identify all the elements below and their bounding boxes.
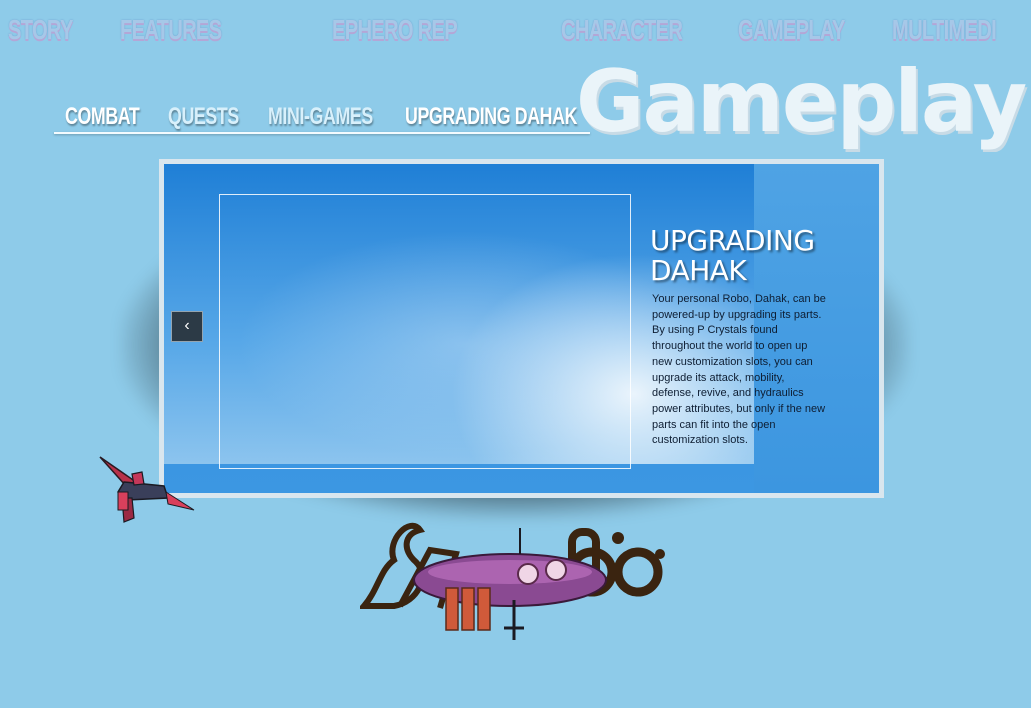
tab-mini-games[interactable]: MINI-GAMES — [268, 103, 373, 131]
nav-features-link[interactable]: FEATURES — [120, 14, 222, 46]
tab-upgrading-dahak[interactable]: UPGRADING DAHAK — [405, 103, 577, 131]
nav-ephero-rep-link[interactable]: EPHERO REP — [332, 14, 458, 46]
slider-prev-button[interactable]: ‹ — [171, 311, 203, 342]
slide: UPGRADING DAHAK Your personal Robo, Daha… — [164, 164, 879, 493]
game-logo-icon — [360, 522, 665, 640]
page-title: Gameplay — [576, 52, 1027, 152]
tab-combat[interactable]: COMBAT — [65, 103, 140, 131]
nav-gameplay-link[interactable]: GAMEPLAY — [738, 14, 845, 46]
slider: UPGRADING DAHAK Your personal Robo, Daha… — [159, 159, 884, 498]
slide-heading-line1: UPGRADING — [650, 224, 815, 257]
nav-character-link[interactable]: CHARACTER — [561, 14, 683, 46]
image-frame — [219, 194, 631, 469]
chevron-left-icon: ‹ — [184, 317, 190, 334]
sub-nav: COMBAT QUESTS MINI-GAMES UPGRADING DAHAK — [54, 103, 614, 137]
nav-story-link[interactable]: STORY — [8, 14, 73, 46]
slide-body: Your personal Robo, Dahak, can be powere… — [652, 293, 826, 447]
airship-small-icon — [99, 456, 195, 523]
sub-nav-underline — [54, 132, 590, 134]
slide-heading: UPGRADING DAHAK — [650, 226, 840, 286]
nav-multimedia-link[interactable]: MULTIMEDI — [892, 14, 997, 46]
slide-heading-line2: DAHAK — [650, 254, 747, 287]
tab-quests[interactable]: QUESTS — [168, 103, 239, 131]
slide-caption: UPGRADING DAHAK Your personal Robo, Daha… — [650, 226, 840, 449]
